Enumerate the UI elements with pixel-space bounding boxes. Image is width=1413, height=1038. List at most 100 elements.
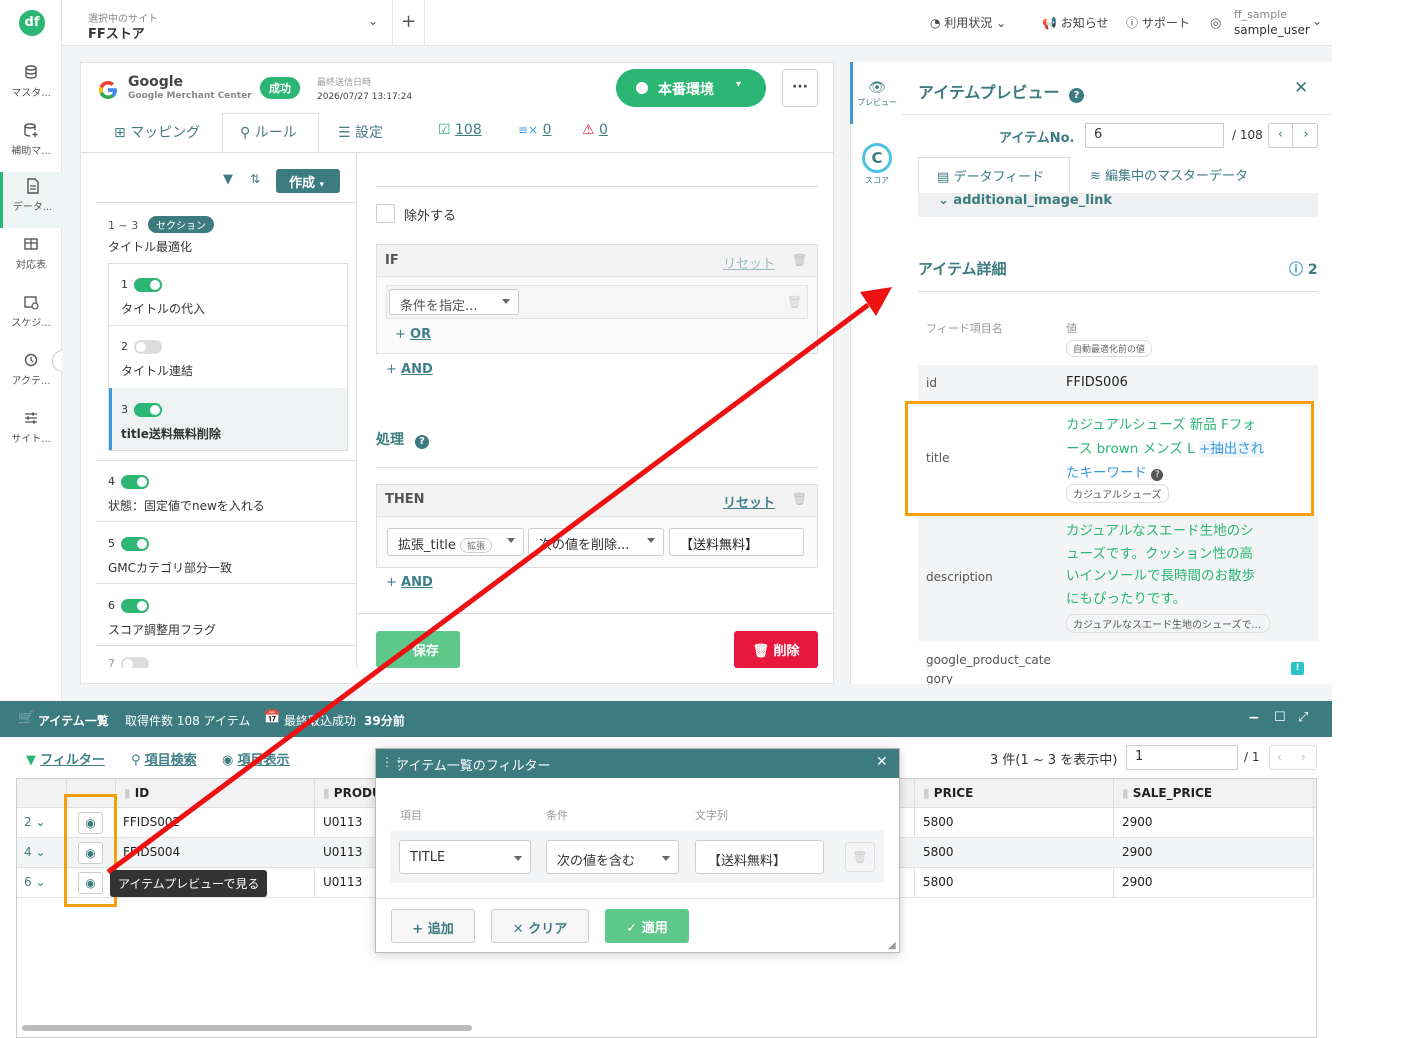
col-header-price[interactable]: ▮ PRICE: [923, 786, 973, 800]
usage-menu[interactable]: ◔ 利用状況 ⌄: [930, 14, 1006, 31]
horizontal-scrollbar[interactable]: [22, 1025, 472, 1031]
rule-toggle[interactable]: [134, 277, 162, 292]
filter-add-button[interactable]: + 追加: [391, 909, 475, 943]
then-op-select[interactable]: 次の値を削除...: [528, 528, 664, 556]
nav-sub-master[interactable]: 補助マ...: [0, 116, 62, 172]
then-field-select[interactable]: 拡張_title 拡張: [387, 528, 524, 556]
filter-link[interactable]: ▼ フィルター: [26, 749, 105, 768]
preview-rail-button[interactable]: 👁 プレビュー: [856, 80, 898, 108]
tab-excluded-count[interactable]: ≡× 0: [518, 122, 551, 138]
tab-mapping[interactable]: ⊞ マッピング: [114, 122, 200, 142]
filter-icon[interactable]: ▼: [223, 172, 233, 187]
rule-item-2[interactable]: 2 タイトル連結: [121, 339, 361, 379]
help-icon[interactable]: ?: [1069, 88, 1085, 103]
tab-settings[interactable]: ☰ 設定: [338, 122, 383, 142]
maximize-icon[interactable]: ☐: [1274, 710, 1286, 725]
row-expander[interactable]: 6 ⌄: [24, 875, 46, 889]
rule-item-7[interactable]: 7: [108, 656, 348, 668]
filter-clear-button[interactable]: ✕ クリア: [491, 909, 589, 943]
site-dropdown-chevron-icon[interactable]: ⌄: [368, 14, 378, 28]
tab-rules[interactable]: ⚲ ルール: [240, 122, 297, 142]
col-sale-price-label: SALE_PRICE: [1132, 786, 1213, 800]
user-dropdown-chevron-icon[interactable]: ⌄: [1312, 14, 1322, 28]
app-logo[interactable]: df: [19, 10, 45, 36]
nav-label: アクテ...: [11, 376, 51, 387]
close-icon[interactable]: ✕: [1294, 78, 1308, 98]
status-dot-icon: [636, 82, 648, 94]
minimize-icon[interactable]: −: [1248, 710, 1260, 726]
news-menu[interactable]: 📢 お知らせ: [1042, 14, 1109, 31]
add-or-link[interactable]: + OR: [395, 327, 431, 342]
item-no-input[interactable]: 6: [1085, 123, 1224, 148]
rule-toggle[interactable]: [121, 474, 149, 489]
trash-icon[interactable]: 🗑: [845, 842, 875, 872]
exclude-checkbox[interactable]: [376, 204, 395, 223]
nav-data-feed[interactable]: データ...: [0, 172, 62, 228]
nav-mapping-table[interactable]: 対応表: [0, 230, 62, 286]
filter-apply-button[interactable]: ✓ 適用: [605, 909, 689, 943]
help-icon[interactable]: ?: [414, 435, 429, 449]
if-reset-link[interactable]: リセット: [723, 253, 775, 272]
row-expander[interactable]: 4 ⌄: [24, 845, 46, 859]
trash-icon[interactable]: 🗑: [792, 253, 807, 267]
add-then-and-link[interactable]: + AND: [386, 575, 433, 590]
rule-item-5[interactable]: 5 GMCカテゴリ部分一致: [108, 536, 348, 576]
rule-toggle[interactable]: [134, 339, 162, 354]
environment-button[interactable]: 本番環境 ▾: [616, 69, 766, 107]
tab-warning-count[interactable]: ⚠ 0: [582, 122, 608, 138]
tab-master-data[interactable]: ≋ 編集中のマスターデータ: [1090, 165, 1248, 184]
add-and-link[interactable]: + AND: [386, 362, 433, 377]
user-name[interactable]: sample_user: [1234, 23, 1310, 37]
then-reset-link[interactable]: リセット: [723, 492, 775, 511]
col-header-product[interactable]: ▮ PRODU: [323, 786, 382, 800]
field-search-link[interactable]: ⚲ 項目検索: [131, 749, 197, 768]
description-badge: カジュアルなスエード生地のシューズで...: [1066, 614, 1270, 633]
trash-icon[interactable]: 🗑: [792, 492, 807, 506]
prev-chevron-icon[interactable]: ‹: [1277, 750, 1282, 764]
filter-item-select[interactable]: TITLE: [399, 840, 531, 874]
collapsed-field[interactable]: ⌄ additional_image_link: [938, 193, 1112, 208]
rule-toggle[interactable]: [121, 656, 149, 668]
col-header-sale-price[interactable]: ▮ SALE_PRICE: [1122, 786, 1212, 800]
rule-item-1[interactable]: 1 タイトルの代入: [121, 277, 361, 317]
nav-schedule[interactable]: スケジ...: [0, 288, 62, 344]
rule-item-4[interactable]: 4 状態：固定値でnewを入れる: [108, 474, 348, 514]
filter-col-text: 文字列: [695, 809, 728, 822]
col-header-id[interactable]: ▮ ID: [124, 786, 149, 800]
add-site-plus-icon[interactable]: +: [401, 11, 416, 32]
fullscreen-icon[interactable]: ⤢: [1298, 710, 1308, 725]
tab-ok-count[interactable]: ☑ 108: [438, 122, 482, 138]
support-menu[interactable]: ⓘ サポート: [1126, 14, 1190, 31]
delete-button[interactable]: 🗑 削除: [734, 631, 818, 668]
last-import-label: 最終取込成功: [284, 714, 357, 728]
field-display-link[interactable]: ◉ 項目表示: [222, 749, 290, 768]
tab-data-feed[interactable]: ▤ データフィード: [918, 157, 1070, 193]
sort-icon[interactable]: ⇅: [250, 172, 260, 186]
alert-comment-icon[interactable]: !: [1291, 662, 1304, 675]
nav-site-settings[interactable]: サイト...: [0, 404, 62, 460]
next-chevron-icon[interactable]: ›: [1301, 750, 1306, 764]
rule-toggle[interactable]: [121, 536, 149, 551]
page-input[interactable]: 1: [1126, 745, 1238, 770]
save-button[interactable]: ✓ 保存: [376, 631, 460, 668]
filter-text-input[interactable]: 【送料無料】: [695, 840, 824, 874]
rule-toggle[interactable]: [134, 402, 162, 417]
create-rule-button[interactable]: 作成 ▾: [276, 169, 340, 193]
score-rail-button[interactable]: C スコア: [856, 143, 898, 186]
next-chevron-icon[interactable]: ›: [1294, 124, 1318, 147]
section-header[interactable]: 1 ~ 3 セクション タイトル最適化: [108, 216, 348, 255]
filter-condition-select[interactable]: 次の値を含む: [546, 840, 679, 874]
trash-icon[interactable]: 🗑: [787, 295, 802, 309]
detail-info-count[interactable]: ⓘ 2: [1289, 259, 1318, 279]
resize-handle-icon[interactable]: ◢: [888, 940, 896, 951]
rule-item-3[interactable]: 3 title送料無料削除: [121, 402, 361, 442]
rule-toggle[interactable]: [121, 598, 149, 613]
condition-select[interactable]: 条件を指定...: [389, 289, 519, 315]
row-expander[interactable]: 2 ⌄: [24, 815, 46, 829]
prev-chevron-icon[interactable]: ‹: [1269, 124, 1293, 147]
more-menu-button[interactable]: ···: [782, 69, 818, 107]
rule-item-6[interactable]: 6 スコア調整用フラグ: [108, 598, 348, 638]
then-value-input[interactable]: 【送料無料】: [669, 528, 804, 556]
close-icon[interactable]: ✕: [876, 754, 888, 770]
nav-master[interactable]: マスタ...: [0, 58, 62, 114]
